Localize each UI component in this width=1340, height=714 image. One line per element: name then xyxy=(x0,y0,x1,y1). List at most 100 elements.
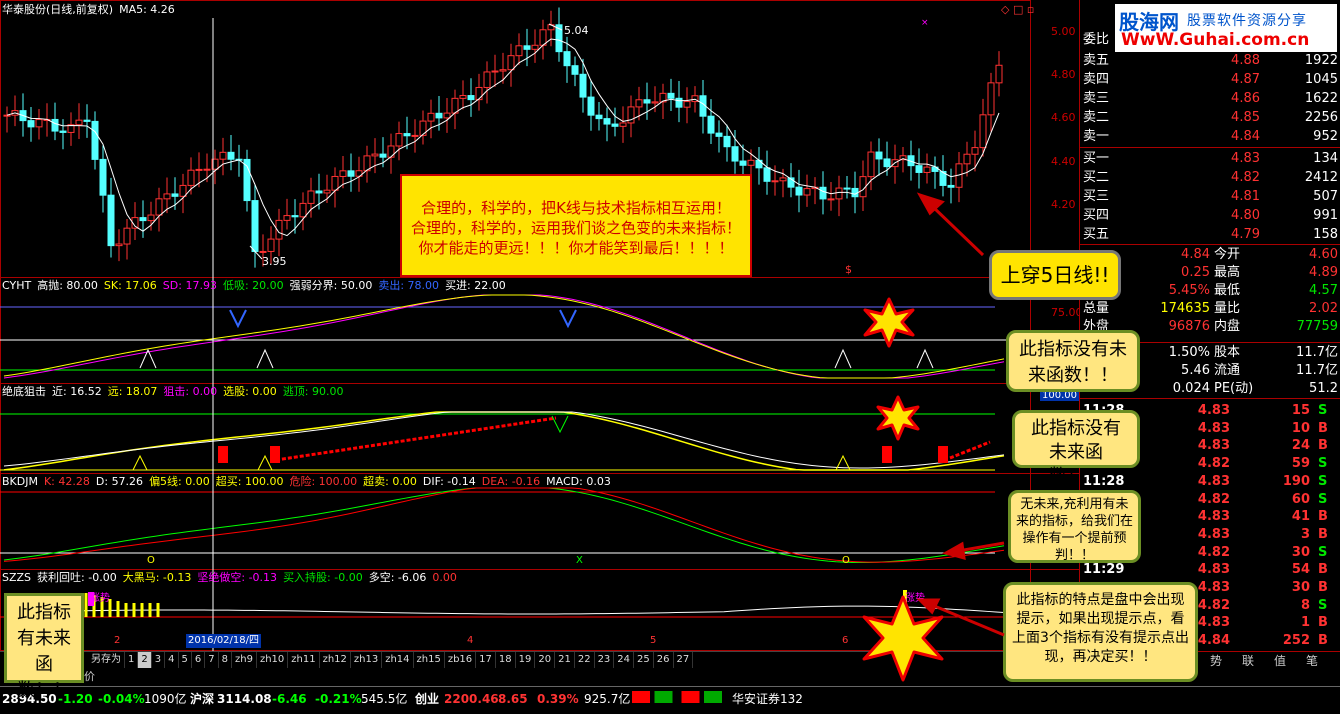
bottom-tab[interactable]: 3 xyxy=(152,652,166,668)
ind3-name: BKDJM xyxy=(2,475,38,488)
quote-cell: 4.80 xyxy=(1231,208,1260,223)
y-tick: 4.60 xyxy=(1051,111,1076,124)
tick-cell: 252 xyxy=(1282,633,1310,649)
candle-body xyxy=(323,189,331,194)
bottom-tab[interactable]: 1 xyxy=(125,652,139,668)
tick-cell: 41 xyxy=(1291,509,1310,525)
ind3-item: 危险: 100.00 xyxy=(289,475,358,488)
bottom-tab[interactable]: 26 xyxy=(654,652,674,668)
candle-body xyxy=(475,86,483,101)
quote-cell: 买三 xyxy=(1083,189,1110,204)
candle-body xyxy=(307,190,315,204)
tick-cell: 24 xyxy=(1291,438,1310,454)
bottom-tab[interactable]: 24 xyxy=(614,652,635,668)
ind2-item: 近: 16.52 xyxy=(52,385,102,398)
date-label: 2016/02/18/四 xyxy=(186,634,262,648)
ind1-item: SK: 17.06 xyxy=(103,279,157,292)
bottom-tab[interactable]: 4 xyxy=(165,652,179,668)
bottom-tab[interactable]: zh10 xyxy=(257,652,289,668)
bottom-tab[interactable]: 8 xyxy=(219,652,232,668)
right-tab[interactable]: 值 xyxy=(1274,652,1286,669)
bottom-tab[interactable]: 27 xyxy=(674,652,694,668)
quote-cell: 4.79 xyxy=(1231,227,1260,242)
quote-cell: 2256 xyxy=(1304,110,1338,125)
candle-body xyxy=(595,114,603,120)
quote-cell: 总量 xyxy=(1083,301,1110,316)
divider xyxy=(1080,147,1340,148)
bottom-tab[interactable]: zh14 xyxy=(382,652,414,668)
candle-body xyxy=(643,99,651,104)
y-tick: 4.40 xyxy=(1051,155,1076,168)
y-tick: 75.00 xyxy=(1051,306,1083,319)
ind2-triangle xyxy=(257,454,273,471)
quote-row: 卖一 4.84 952 xyxy=(1080,128,1340,146)
quote-cell: 股本 xyxy=(1214,345,1241,360)
candle-body xyxy=(915,165,923,173)
quote-cell: 4.84 xyxy=(1181,247,1210,262)
quote-row: 卖二 4.85 2256 xyxy=(1080,109,1340,127)
bottom-tab[interactable]: 7 xyxy=(205,652,219,668)
ind2-bar xyxy=(218,446,228,463)
tick-cell: 4.83 xyxy=(1197,403,1230,418)
candle-body xyxy=(571,65,579,75)
annotation-box: 合理的，科学的，把K线与技术指标相互运用！ 合理的，科学的，运用我们谈之色变的未… xyxy=(400,174,752,277)
right-tab[interactable]: 势 xyxy=(1210,652,1222,669)
no-future-note-1: 此指标没有未来函数！！ xyxy=(1006,330,1140,392)
ind4-line xyxy=(3,605,1005,615)
candle-body xyxy=(563,51,571,67)
bottom-tab[interactable]: 23 xyxy=(595,652,615,668)
candle-body xyxy=(259,250,267,253)
candle-body xyxy=(163,193,171,200)
bottom-tab[interactable]: 25 xyxy=(634,652,654,668)
bottom-tab[interactable]: 22 xyxy=(575,652,595,668)
ind2-bar xyxy=(938,446,948,463)
quote-cell: 991 xyxy=(1313,208,1338,223)
tick-cell: 15 xyxy=(1291,403,1310,418)
tick-cell: B xyxy=(1318,615,1328,631)
candle-body xyxy=(683,101,691,108)
tick-cell: 4.82 xyxy=(1197,544,1230,560)
quote-cell: 2412 xyxy=(1304,170,1338,185)
right-tab[interactable]: 联 xyxy=(1242,652,1254,669)
quote-cell: 77759 xyxy=(1296,319,1338,334)
bottom-tab[interactable]: 20 xyxy=(535,652,556,668)
bottom-tab[interactable]: 2 xyxy=(138,652,152,668)
quote-cell: 1922 xyxy=(1304,53,1338,68)
bottom-tab[interactable]: 6 xyxy=(192,652,206,668)
candle-body xyxy=(51,118,59,132)
bottom-tab[interactable]: zb16 xyxy=(445,652,477,668)
bottom-tab[interactable]: zh13 xyxy=(351,652,383,668)
bottom-tab[interactable]: 5 xyxy=(179,652,192,668)
candle-body xyxy=(947,184,955,188)
quote-cell: 4.86 xyxy=(1231,91,1260,106)
quote-cell: 51.2 xyxy=(1309,381,1338,396)
tick-cell: B xyxy=(1318,580,1328,595)
quote-cell: 最低 xyxy=(1214,283,1241,298)
ind3-item: 超买: 100.00 xyxy=(215,475,284,488)
candle-body xyxy=(827,198,835,201)
candle-body xyxy=(99,158,107,196)
bottom-tab[interactable]: zh15 xyxy=(414,652,445,668)
right-tab[interactable]: 笔 xyxy=(1306,652,1318,669)
bottom-tab[interactable]: zh12 xyxy=(320,652,351,668)
bottom-tab[interactable]: 17 xyxy=(476,652,496,668)
window-controls-icon[interactable]: ◇ □ ▫ xyxy=(1001,3,1034,16)
ind3-item: DIF: -0.14 xyxy=(422,475,476,488)
bottom-tab[interactable]: 18 xyxy=(496,652,516,668)
bottom-tab[interactable]: 21 xyxy=(555,652,575,668)
bottom-tab[interactable]: zh9 xyxy=(232,652,257,668)
ind2-near-line xyxy=(3,411,1005,469)
bottom-tab[interactable]: zh11 xyxy=(288,652,320,668)
ind4-item: 大黑马: -0.13 xyxy=(122,571,192,584)
bottom-tab[interactable]: 19 xyxy=(516,652,536,668)
candle-body xyxy=(619,122,627,127)
bottom-tab[interactable]: 另存为 xyxy=(88,652,125,668)
index-amount: 545.5亿 xyxy=(361,692,408,706)
ind4-name: SZZS xyxy=(2,571,32,584)
ind4-title: SZZS 获利回吐: -0.00 大黑马: -0.13 坚绝做空: -0.13 买入持股… xyxy=(2,571,463,585)
tick-cell: 1 xyxy=(1300,615,1310,631)
ind2-signal-tail xyxy=(949,440,991,460)
ind2-bar xyxy=(882,446,892,463)
candle-body xyxy=(75,119,83,126)
index-name: 沪深 xyxy=(190,692,215,706)
